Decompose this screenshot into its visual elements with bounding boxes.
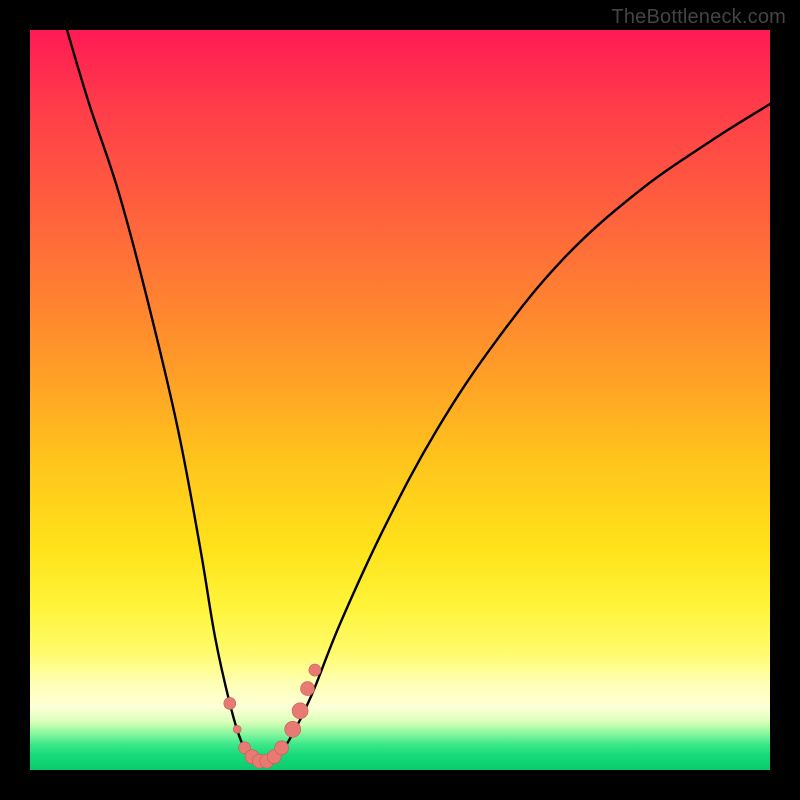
curve-marker: [285, 721, 301, 737]
bottleneck-curve: [67, 30, 770, 764]
curve-marker: [275, 741, 289, 755]
curve-marker: [301, 682, 315, 696]
plot-area: [30, 30, 770, 770]
curve-marker: [233, 725, 241, 733]
curve-marker: [224, 697, 236, 709]
curve-marker: [309, 664, 321, 676]
curve-marker: [292, 703, 308, 719]
curve-layer: [30, 30, 770, 770]
watermark-text: TheBottleneck.com: [611, 6, 786, 29]
outer-frame: TheBottleneck.com: [0, 0, 800, 800]
curve-markers: [224, 664, 321, 768]
